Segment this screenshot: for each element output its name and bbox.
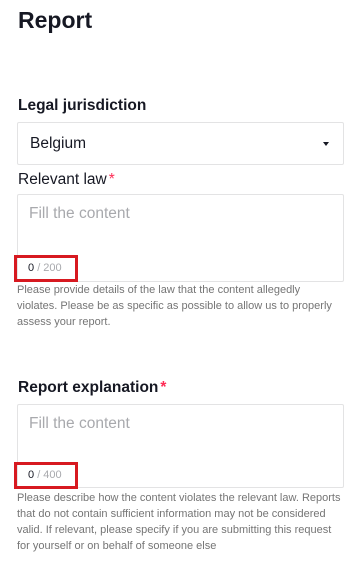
jurisdiction-selected-value: Belgium [30, 134, 86, 152]
jurisdiction-select[interactable]: Belgium [17, 122, 344, 165]
relevant-law-label-text: Relevant law [18, 171, 107, 188]
report-explanation-count-current: 0 [28, 469, 35, 481]
report-explanation-char-counter: 0 / 400 [14, 462, 78, 489]
report-explanation-label: Report explanation * [18, 378, 166, 398]
relevant-law-helper-text: Please provide details of the law that t… [17, 284, 332, 328]
relevant-law-char-counter: 0 / 200 [14, 255, 78, 282]
page-title: Report [18, 7, 93, 33]
relevant-law-label: Relevant law * [18, 170, 115, 190]
jurisdiction-label: Legal jurisdiction [18, 97, 147, 114]
report-explanation-textarea[interactable] [18, 405, 343, 467]
report-form: Report Legal jurisdiction Belgium Releva… [0, 0, 356, 585]
report-explanation-label-text: Report explanation [18, 379, 159, 396]
caret-down-icon [323, 141, 329, 146]
report-explanation-count-max: / 400 [37, 469, 62, 481]
report-explanation-helper-text: Please describe how the content violates… [17, 492, 341, 552]
required-mark: * [160, 379, 167, 396]
relevant-law-textarea[interactable] [18, 195, 343, 257]
relevant-law-count-max: / 200 [37, 262, 62, 274]
relevant-law-count-current: 0 [28, 262, 35, 274]
required-mark: * [108, 171, 115, 188]
